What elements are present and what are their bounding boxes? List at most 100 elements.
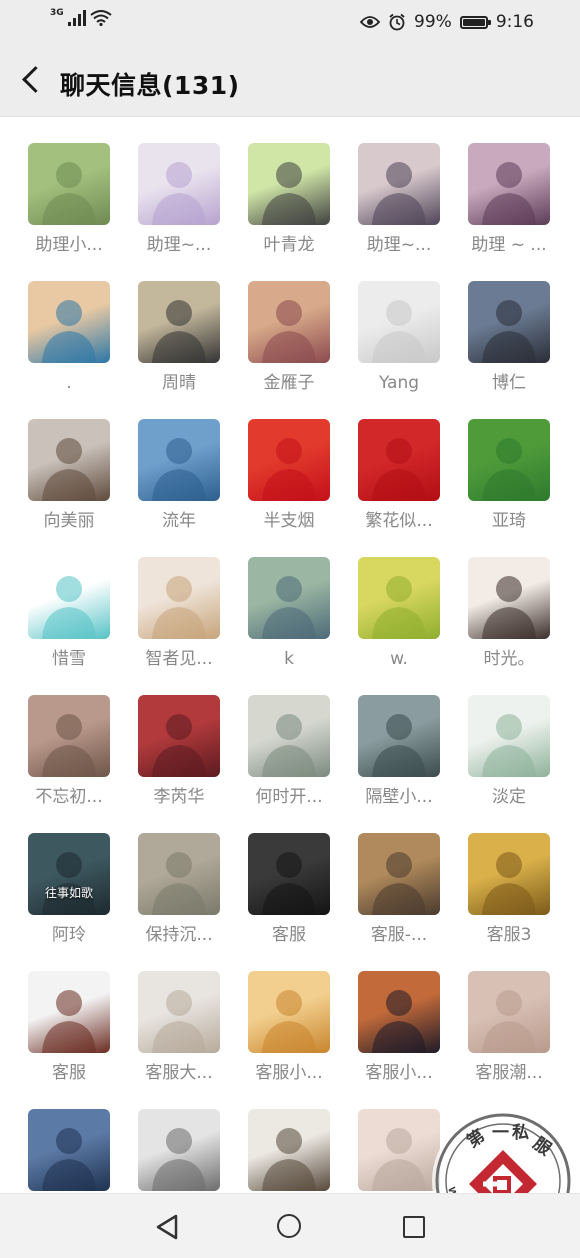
member-avatar[interactable]	[28, 557, 110, 639]
member-item[interactable]: 客服小...	[344, 971, 454, 1085]
member-avatar[interactable]	[248, 1109, 330, 1191]
member-avatar[interactable]	[468, 419, 550, 501]
member-item[interactable]: 叶青龙	[234, 143, 344, 257]
nav-home-button[interactable]	[276, 1213, 304, 1241]
back-button[interactable]	[14, 63, 48, 97]
member-avatar[interactable]	[248, 143, 330, 225]
member-item[interactable]: 淡定	[454, 695, 564, 809]
avatar-photo-icon	[152, 576, 206, 639]
nav-recents-button[interactable]	[400, 1213, 428, 1241]
member-avatar[interactable]	[28, 1109, 110, 1191]
member-item[interactable]: 何时开...	[234, 695, 344, 809]
eye-icon	[360, 16, 381, 28]
member-item[interactable]: 智者见...	[124, 557, 234, 671]
member-avatar[interactable]	[468, 833, 550, 915]
member-item[interactable]: 客服	[14, 971, 124, 1085]
member-avatar[interactable]	[358, 557, 440, 639]
member-avatar[interactable]	[28, 695, 110, 777]
member-item[interactable]: 保持沉...	[124, 833, 234, 947]
member-avatar[interactable]	[358, 419, 440, 501]
member-item[interactable]: 客服	[234, 833, 344, 947]
member-item[interactable]: 向美丽	[14, 419, 124, 533]
avatar-photo-icon	[262, 576, 316, 639]
alarm-icon	[389, 13, 405, 31]
member-item[interactable]: 不忘初...	[14, 695, 124, 809]
member-item[interactable]: 客服潮...	[454, 971, 564, 1085]
member-avatar[interactable]	[468, 557, 550, 639]
member-name: 叶青龙	[263, 235, 315, 255]
avatar-photo-icon	[372, 438, 426, 501]
member-avatar[interactable]	[358, 281, 440, 363]
member-avatar[interactable]	[28, 143, 110, 225]
member-item[interactable]: 时光。	[454, 557, 564, 671]
avatar-photo-icon	[42, 714, 96, 777]
member-item[interactable]: 李芮华	[124, 695, 234, 809]
member-avatar[interactable]	[248, 833, 330, 915]
member-avatar[interactable]	[358, 695, 440, 777]
member-avatar[interactable]	[468, 971, 550, 1053]
member-item[interactable]: 金雁子	[234, 281, 344, 395]
nav-back-button[interactable]	[154, 1213, 182, 1241]
member-avatar[interactable]	[138, 833, 220, 915]
avatar-photo-icon	[152, 438, 206, 501]
member-item[interactable]: 客服3	[454, 833, 564, 947]
member-name: 金雁子	[263, 373, 315, 393]
member-item[interactable]: 繁花似...	[344, 419, 454, 533]
member-avatar[interactable]	[248, 281, 330, 363]
member-item[interactable]: 助理 ~ ...	[454, 143, 564, 257]
member-avatar[interactable]	[248, 419, 330, 501]
member-item[interactable]: 往事如歌 阿玲	[14, 833, 124, 947]
member-avatar[interactable]	[468, 281, 550, 363]
member-item[interactable]: w.	[344, 557, 454, 671]
member-avatar[interactable]	[248, 971, 330, 1053]
member-item[interactable]: 博仁	[454, 281, 564, 395]
member-avatar[interactable]	[138, 281, 220, 363]
avatar-photo-icon	[482, 852, 536, 915]
member-item[interactable]: 亚琦	[454, 419, 564, 533]
member-name: 周晴	[162, 373, 196, 393]
avatar-photo-icon	[372, 576, 426, 639]
member-avatar[interactable]	[358, 1109, 440, 1191]
avatar-photo-icon	[42, 300, 96, 363]
member-avatar[interactable]	[28, 971, 110, 1053]
member-item[interactable]: k	[234, 557, 344, 671]
member-avatar[interactable]	[28, 281, 110, 363]
member-avatar[interactable]	[248, 557, 330, 639]
member-item[interactable]: 隔壁小...	[344, 695, 454, 809]
member-item[interactable]: 助理~...	[344, 143, 454, 257]
member-item[interactable]: 助理~...	[124, 143, 234, 257]
member-item[interactable]: 周晴	[124, 281, 234, 395]
member-item[interactable]: 惜雪	[14, 557, 124, 671]
system-nav-bar	[0, 1193, 580, 1258]
member-item[interactable]: 半支烟	[234, 419, 344, 533]
member-item[interactable]: 客服大...	[124, 971, 234, 1085]
member-avatar[interactable]	[358, 833, 440, 915]
member-avatar[interactable]	[138, 971, 220, 1053]
member-name: 向美丽	[43, 511, 95, 531]
member-avatar[interactable]	[358, 143, 440, 225]
member-item[interactable]: .	[14, 281, 124, 395]
member-name: 客服-...	[370, 925, 428, 945]
member-avatar[interactable]	[138, 695, 220, 777]
member-item[interactable]: 流年	[124, 419, 234, 533]
avatar-photo-icon	[42, 990, 96, 1053]
member-avatar[interactable]	[138, 1109, 220, 1191]
member-avatar[interactable]	[358, 971, 440, 1053]
member-avatar[interactable]: 往事如歌	[28, 833, 110, 915]
avatar-photo-icon	[42, 576, 96, 639]
member-name: 何时开...	[255, 787, 323, 807]
battery-fill	[462, 18, 485, 26]
member-item[interactable]: 助理小...	[14, 143, 124, 257]
avatar-photo-icon	[262, 1128, 316, 1191]
member-avatar[interactable]	[138, 143, 220, 225]
member-avatar[interactable]	[28, 419, 110, 501]
member-avatar[interactable]	[468, 695, 550, 777]
member-item[interactable]: Yang	[344, 281, 454, 395]
member-item[interactable]: 客服-...	[344, 833, 454, 947]
member-avatar[interactable]	[468, 143, 550, 225]
member-avatar[interactable]	[248, 695, 330, 777]
member-item[interactable]: 客服小...	[234, 971, 344, 1085]
member-avatar[interactable]	[138, 419, 220, 501]
member-name: Yang	[378, 373, 420, 393]
member-avatar[interactable]	[138, 557, 220, 639]
